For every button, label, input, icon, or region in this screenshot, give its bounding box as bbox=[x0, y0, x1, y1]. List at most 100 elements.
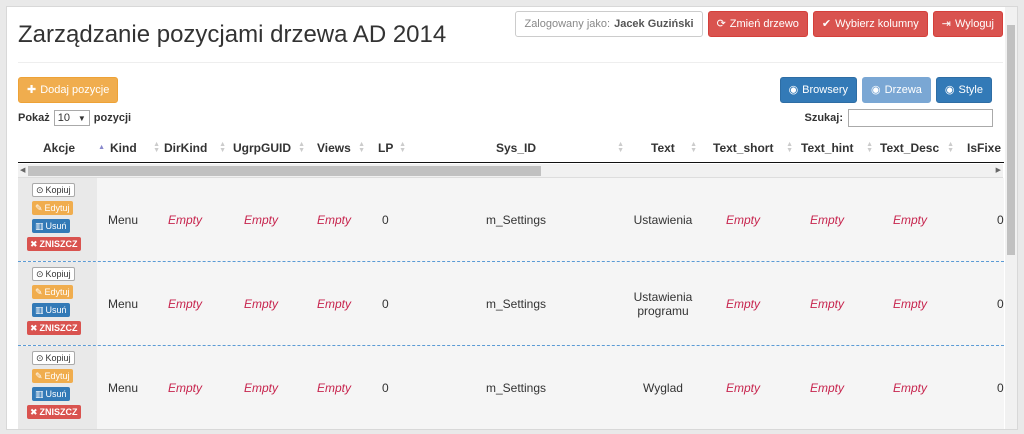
copy-icon: ⊙ bbox=[36, 268, 44, 279]
col-header-dirkind[interactable]: DirKind ▲ ▼ bbox=[164, 133, 226, 163]
destroy-button[interactable]: ✖ ZNISZCZ bbox=[27, 321, 81, 335]
table-row: ⊙ Kopiuj ✎ Edytuj ▥ Usuń ✖ ZNISZCZ Menu Empt… bbox=[18, 262, 1004, 346]
cell-lp: 0 bbox=[382, 212, 389, 227]
show-label: Pokaż bbox=[18, 112, 50, 124]
vertical-scroll-thumb[interactable] bbox=[1007, 25, 1015, 255]
cell-ugrpguid: Empty bbox=[244, 212, 279, 227]
page-size-select[interactable]: 10 ▼ bbox=[53, 110, 90, 126]
row-actions: ⊙ Kopiuj ✎ Edytuj ▥ Usuń ✖ ZNISZCZ bbox=[18, 178, 97, 261]
logged-in-user: Jacek Guziński bbox=[614, 18, 694, 30]
cell-views: Empty bbox=[317, 212, 352, 227]
delete-button[interactable]: ▥ Usuń bbox=[32, 219, 70, 233]
sort-icon: ▲ ▼ bbox=[690, 141, 697, 154]
trash-icon: ▥ bbox=[35, 388, 44, 399]
cell-views: Empty bbox=[317, 380, 352, 395]
browsers-view-button[interactable]: ◉ Browsery bbox=[779, 77, 858, 103]
cell-kind: Menu bbox=[108, 296, 139, 311]
search-input[interactable] bbox=[848, 109, 993, 127]
logged-in-label: Zalogowany jako: bbox=[524, 18, 611, 30]
cell-dirkind: Empty bbox=[168, 212, 203, 227]
scroll-right-icon[interactable]: ▶ bbox=[996, 166, 1001, 174]
scroll-thumb[interactable] bbox=[28, 166, 541, 176]
change-tree-button[interactable]: ⟳ Zmień drzewo bbox=[707, 11, 808, 37]
sort-icon: ▲ ▼ bbox=[399, 141, 406, 154]
refresh-icon: ⟳ bbox=[716, 17, 726, 30]
cell-dirkind: Empty bbox=[168, 380, 203, 395]
copy-button[interactable]: ⊙ Kopiuj bbox=[32, 183, 75, 197]
logged-in-box: Zalogowany jako: Jacek Guziński bbox=[515, 11, 703, 37]
col-header-lp[interactable]: LP ▲ ▼ bbox=[378, 133, 406, 163]
delete-button[interactable]: ▥ Usuń bbox=[32, 303, 70, 317]
cell-text: Ustawienia programu bbox=[633, 289, 693, 318]
copy-button[interactable]: ⊙ Kopiuj bbox=[32, 351, 75, 365]
cell-text-desc: Empty bbox=[893, 380, 928, 395]
sort-asc-icon: ▲ bbox=[98, 144, 105, 151]
col-header-text-short[interactable]: Text_short ▲ ▼ bbox=[713, 133, 793, 163]
copy-button[interactable]: ⊙ Kopiuj bbox=[32, 267, 75, 281]
search-control: Szukaj: bbox=[804, 109, 993, 127]
copy-icon: ⊙ bbox=[36, 352, 44, 363]
cell-text-short: Empty bbox=[726, 296, 761, 311]
top-bar: Zalogowany jako: Jacek Guziński ⟳ Zmień … bbox=[515, 11, 1003, 37]
col-header-text-hint[interactable]: Text_hint ▲ ▼ bbox=[801, 133, 873, 163]
trees-view-button[interactable]: ◉ Drzewa bbox=[862, 77, 931, 103]
table-row: ⊙ Kopiuj ✎ Edytuj ▥ Usuń ✖ ZNISZCZ Menu Empt… bbox=[18, 178, 1004, 262]
cell-views: Empty bbox=[317, 296, 352, 311]
sort-icon: ▲ ▼ bbox=[947, 141, 954, 154]
horizontal-scrollbar[interactable]: ◀ ▶ bbox=[18, 164, 1003, 178]
edit-button[interactable]: ✎ Edytuj bbox=[32, 369, 73, 383]
destroy-button[interactable]: ✖ ZNISZCZ bbox=[27, 405, 81, 419]
pencil-icon: ✎ bbox=[35, 202, 43, 213]
close-icon: ✖ bbox=[30, 406, 38, 417]
header-divider bbox=[18, 62, 1003, 63]
page-title: Zarządzanie pozycjami drzewa AD 2014 bbox=[18, 21, 447, 48]
delete-button[interactable]: ▥ Usuń bbox=[32, 387, 70, 401]
sort-icon: ▲ ▼ bbox=[298, 141, 305, 154]
copy-icon: ⊙ bbox=[36, 184, 44, 195]
logout-button[interactable]: ⇥ Wyloguj bbox=[932, 11, 1003, 37]
cell-isfixed: 0 bbox=[997, 212, 1004, 227]
cell-lp: 0 bbox=[382, 296, 389, 311]
destroy-button[interactable]: ✖ ZNISZCZ bbox=[27, 237, 81, 251]
page-size-control: Pokaż 10 ▼ pozycji bbox=[18, 110, 131, 126]
sort-icon: ▲ ▼ bbox=[153, 141, 160, 154]
pencil-icon: ✎ bbox=[35, 286, 43, 297]
cell-sys-id: m_Settings bbox=[486, 296, 547, 311]
sort-icon: ▲ ▼ bbox=[219, 141, 226, 154]
cell-kind: Menu bbox=[108, 212, 139, 227]
eye-icon: ◉ bbox=[944, 83, 955, 96]
row-actions: ⊙ Kopiuj ✎ Edytuj ▥ Usuń ✖ ZNISZCZ bbox=[18, 346, 97, 429]
cell-text: Ustawienia bbox=[633, 212, 693, 227]
edit-button[interactable]: ✎ Edytuj bbox=[32, 285, 73, 299]
cell-isfixed: 0 bbox=[997, 380, 1004, 395]
trash-icon: ▥ bbox=[35, 304, 44, 315]
col-header-text-desc[interactable]: Text_Desc ▲ ▼ bbox=[880, 133, 954, 163]
col-header-sys-id[interactable]: Sys_ID ▲ ▼ bbox=[496, 133, 624, 163]
col-header-ugrpguid[interactable]: UgrpGUID ▲ ▼ bbox=[233, 133, 305, 163]
col-header-isfixed[interactable]: IsFixe bbox=[967, 133, 1004, 163]
cell-dirkind: Empty bbox=[168, 296, 203, 311]
pencil-icon: ✎ bbox=[35, 370, 43, 381]
sort-icon: ▲ ▼ bbox=[358, 141, 365, 154]
eye-icon: ◉ bbox=[788, 83, 799, 96]
sort-icon: ▲ ▼ bbox=[866, 141, 873, 154]
vertical-scrollbar[interactable] bbox=[1005, 7, 1017, 429]
cell-isfixed: 0 bbox=[997, 296, 1004, 311]
add-item-button[interactable]: ✚ Dodaj pozycje bbox=[18, 77, 119, 103]
table-header: Akcje ▲ Kind ▲ ▼ DirKind ▲ ▼ UgrpGUID ▲ ▼ Views… bbox=[18, 133, 1004, 163]
sort-icon: ▲ ▼ bbox=[786, 141, 793, 154]
app-frame: Zarządzanie pozycjami drzewa AD 2014 Zal… bbox=[6, 6, 1018, 430]
scroll-left-icon[interactable]: ◀ bbox=[20, 166, 25, 174]
choose-columns-button[interactable]: ✔ Wybierz kolumny bbox=[812, 11, 928, 37]
cell-text-hint: Empty bbox=[810, 296, 845, 311]
edit-button[interactable]: ✎ Edytuj bbox=[32, 201, 73, 215]
col-header-kind[interactable]: Kind ▲ ▼ bbox=[110, 133, 160, 163]
view-buttons: ◉ Browsery ◉ Drzewa ◉ Style bbox=[779, 77, 992, 103]
logout-icon: ⇥ bbox=[941, 17, 951, 30]
search-label: Szukaj: bbox=[804, 112, 843, 124]
col-header-akcje[interactable]: Akcje ▲ bbox=[43, 133, 105, 163]
col-header-text[interactable]: Text ▲ ▼ bbox=[651, 133, 697, 163]
entries-label: pozycji bbox=[93, 112, 132, 124]
col-header-views[interactable]: Views ▲ ▼ bbox=[317, 133, 365, 163]
styles-view-button[interactable]: ◉ Style bbox=[935, 77, 992, 103]
